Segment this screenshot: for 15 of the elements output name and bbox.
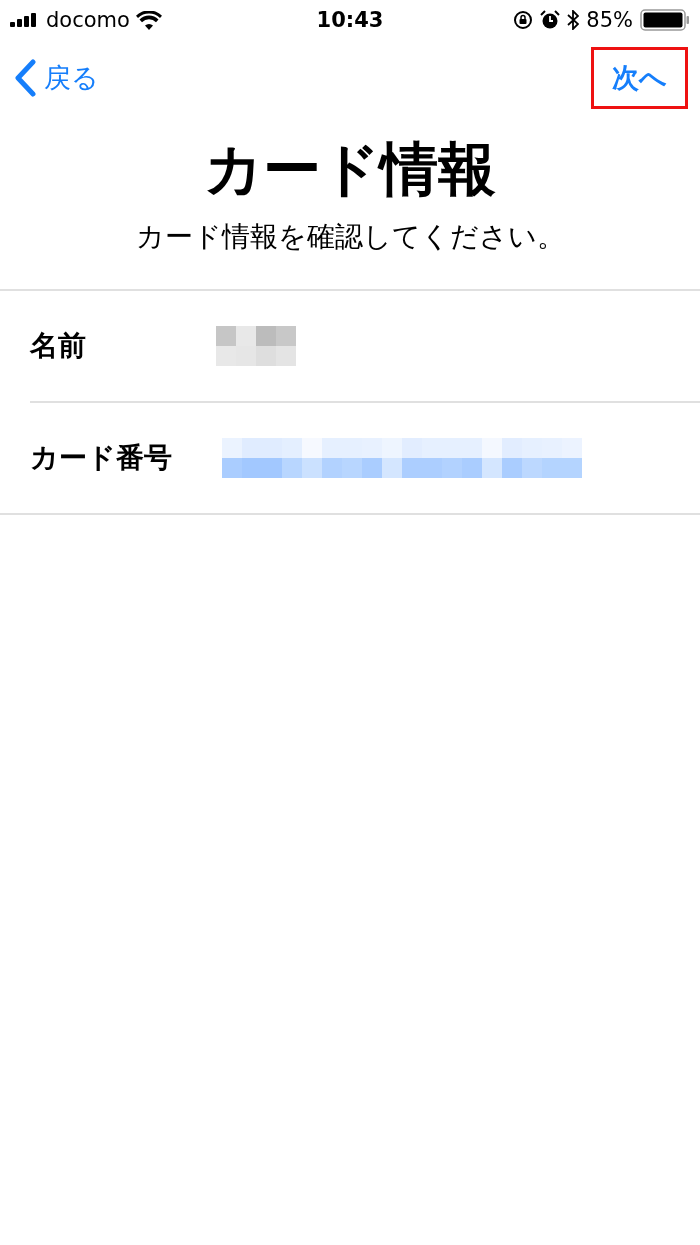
- page-subtitle: カード情報を確認してください。: [134, 219, 566, 255]
- next-button[interactable]: 次へ: [591, 46, 688, 109]
- bluetooth-icon: [567, 10, 580, 30]
- chevron-left-icon: [14, 58, 36, 97]
- clock-time: 10:43: [316, 8, 384, 32]
- back-button[interactable]: 戻る: [14, 58, 99, 97]
- battery-percent: 85%: [586, 8, 633, 32]
- alarm-icon: [540, 10, 561, 30]
- rotation-lock-icon: [513, 10, 534, 30]
- wifi-icon: [135, 10, 162, 30]
- field-label: カード番号: [30, 440, 172, 476]
- page-title: カード情報: [203, 134, 497, 205]
- field-label: 名前: [30, 328, 86, 364]
- carrier-name: docomo: [46, 8, 130, 32]
- battery-icon: [640, 9, 690, 31]
